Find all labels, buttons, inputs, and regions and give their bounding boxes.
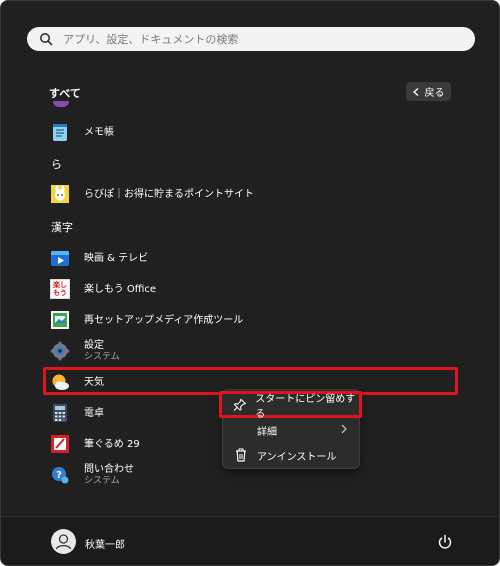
app-item-office[interactable]: 楽し もう 楽しもう Office: [45, 274, 457, 304]
chevron-right-icon: [341, 424, 347, 434]
search-icon: [40, 33, 53, 46]
fudegurume-icon: [51, 435, 69, 453]
user-avatar[interactable]: [51, 529, 76, 554]
search-box[interactable]: アプリ、設定、ドキュメントの検索: [27, 27, 475, 51]
all-apps-title: すべて: [49, 87, 81, 100]
details-label: 詳細: [257, 426, 277, 438]
svg-text:?: ?: [56, 470, 62, 481]
app-item-movies-tv[interactable]: 映画 & テレビ: [45, 243, 457, 273]
contact-support-icon: ?: [52, 467, 69, 484]
app-name: 筆ぐるめ 29: [84, 438, 140, 450]
app-name: 設定: [84, 340, 104, 351]
clipped-app-icon: [53, 101, 69, 107]
calculator-icon: [53, 404, 67, 422]
back-button[interactable]: 戻る: [406, 82, 451, 101]
start-footer: 秋葉一郎: [1, 516, 499, 565]
user-name[interactable]: 秋葉一郎: [85, 536, 125, 551]
movies-tv-icon: [51, 251, 69, 266]
app-name: らびぽ｜お得に貯まるポイントサイト: [84, 188, 254, 200]
uninstall-label: アンインストール: [257, 451, 337, 463]
app-name: 映画 & テレビ: [84, 252, 149, 264]
app-name: 電卓: [84, 407, 104, 419]
context-menu-details[interactable]: 詳細: [223, 418, 361, 442]
search-placeholder: アプリ、設定、ドキュメントの検索: [63, 33, 239, 46]
office-icon-text-2: もう: [53, 289, 67, 297]
trash-icon: [236, 448, 246, 462]
back-button-label: 戻る: [424, 88, 445, 99]
app-item-notepad[interactable]: メモ帳: [45, 117, 457, 147]
section-letter-ra[interactable]: ら: [51, 156, 62, 172]
recovery-media-icon: [51, 311, 69, 329]
office-icon-text-1: 楽し: [53, 281, 67, 289]
app-name: メモ帳: [84, 126, 114, 138]
app-item-settings[interactable]: 設定 システム: [45, 336, 457, 366]
power-icon[interactable]: [437, 534, 453, 550]
app-name: 問い合わせ: [84, 464, 134, 475]
context-menu-uninstall[interactable]: アンインストール: [223, 443, 361, 467]
user-icon: [55, 534, 72, 550]
app-item-recovery-media[interactable]: 再セットアップメディア作成ツール: [45, 305, 457, 335]
pin-icon: [233, 398, 246, 411]
app-subtitle: システム: [84, 476, 120, 486]
office-icon: 楽し もう: [50, 279, 70, 299]
notepad-icon: [53, 124, 67, 141]
start-menu: アプリ、設定、ドキュメントの検索 すべて 戻る メモ帳 ら らびぽ｜お得に貯まる…: [0, 0, 500, 566]
chevron-left-icon: [412, 87, 418, 96]
rabipo-icon: [51, 185, 69, 203]
app-name: 再セットアップメディア作成ツール: [84, 314, 244, 326]
app-subtitle: システム: [84, 352, 120, 362]
app-item-rabipo[interactable]: らびぽ｜お得に貯まるポイントサイト: [45, 179, 457, 209]
app-name: 楽しもう Office: [84, 283, 157, 295]
pin-label: スタートにピン留めする: [255, 393, 356, 420]
context-menu-pin-to-start[interactable]: スタートにピン留めする: [219, 391, 362, 420]
section-letter-kanji[interactable]: 漢字: [51, 219, 73, 235]
settings-gear-icon: [50, 341, 70, 361]
